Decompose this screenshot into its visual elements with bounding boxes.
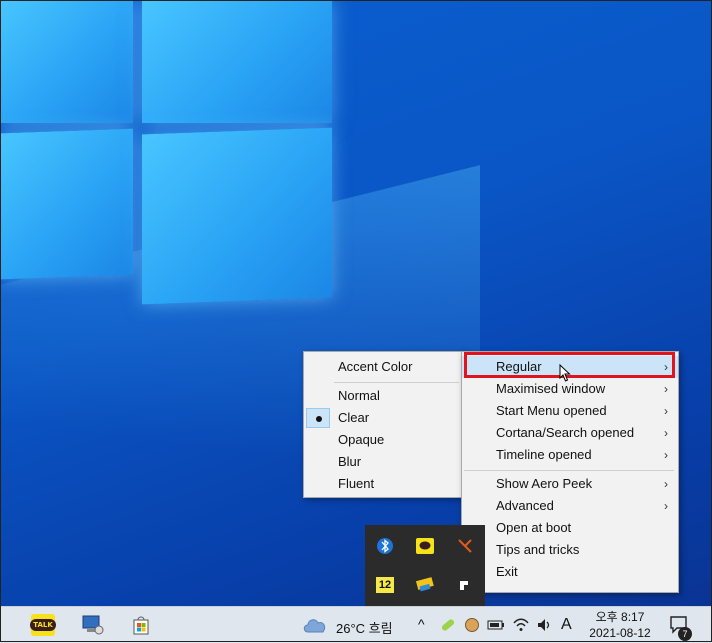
kakaotalk-tray-icon[interactable] bbox=[414, 535, 436, 557]
app-tray-icon[interactable] bbox=[454, 535, 476, 557]
bluetooth-icon[interactable] bbox=[374, 535, 396, 557]
menu-item-open-at-boot[interactable]: Open at boot bbox=[462, 517, 678, 539]
chevron-up-icon[interactable]: ^ bbox=[418, 616, 425, 632]
chevron-right-icon: › bbox=[664, 477, 668, 491]
chevron-right-icon: › bbox=[664, 404, 668, 418]
input-method-indicator[interactable]: A bbox=[561, 616, 572, 634]
kakao-label: TALK bbox=[30, 619, 56, 631]
selected-indicator bbox=[306, 408, 330, 428]
monitor-tray-icon[interactable] bbox=[414, 574, 436, 596]
menu-item-label: Show Aero Peek bbox=[496, 476, 593, 491]
windows-logo-wallpaper bbox=[0, 0, 340, 305]
menu-item-tips-and-tricks[interactable]: Tips and tricks bbox=[462, 539, 678, 561]
color-app-tray-icon[interactable] bbox=[462, 613, 482, 637]
wifi-icon[interactable] bbox=[510, 613, 532, 637]
menu-item-exit[interactable]: Exit bbox=[462, 561, 678, 583]
chevron-right-icon: › bbox=[664, 499, 668, 513]
tray-overflow-panel: 12 bbox=[365, 525, 485, 606]
clock-date: 2021-08-12 bbox=[589, 626, 651, 640]
battery-icon[interactable] bbox=[485, 613, 507, 637]
menu-item-label: Cortana/Search opened bbox=[496, 425, 635, 440]
volume-icon[interactable] bbox=[534, 613, 556, 637]
calendar-tray-icon[interactable]: 12 bbox=[376, 577, 394, 593]
pill-tray-icon[interactable] bbox=[438, 613, 458, 637]
menu-item-cortana-search-opened[interactable]: Cortana/Search opened › bbox=[462, 422, 678, 444]
menu-item-normal[interactable]: Normal bbox=[304, 385, 463, 407]
menu-item-label: Start Menu opened bbox=[496, 403, 607, 418]
store-taskbar-icon[interactable] bbox=[128, 613, 154, 637]
notification-badge: 7 bbox=[678, 627, 692, 641]
chevron-right-icon: › bbox=[664, 426, 668, 440]
accent-color-header: Accent Color bbox=[338, 359, 413, 374]
translucenttb-context-menu: Regular › Maximised window › Start Menu … bbox=[461, 351, 679, 593]
menu-item-label: Timeline opened bbox=[496, 447, 592, 462]
menu-item-label: Maximised window bbox=[496, 381, 606, 396]
chevron-right-icon: › bbox=[664, 448, 668, 462]
kakaotalk-taskbar-icon[interactable]: TALK bbox=[30, 613, 56, 637]
weather-text[interactable]: 26°C 흐림 bbox=[336, 618, 393, 637]
menu-item-advanced[interactable]: Advanced › bbox=[462, 495, 678, 517]
taskbar: TALK 26°C 흐림 ^ A 오후 8:17 2021-08-12 7 bbox=[0, 606, 712, 643]
menu-item-show-aero-peek[interactable]: Show Aero Peek › bbox=[462, 473, 678, 495]
menu-item-blur[interactable]: Blur bbox=[304, 451, 463, 473]
network-computer-taskbar-icon[interactable] bbox=[80, 613, 106, 637]
menu-item-label: Advanced bbox=[496, 498, 554, 513]
notification-center-icon[interactable]: 7 bbox=[666, 613, 692, 641]
menu-item-fluent[interactable]: Fluent bbox=[304, 473, 463, 495]
bullet-icon bbox=[316, 416, 322, 422]
clock[interactable]: 오후 8:17 2021-08-12 bbox=[585, 609, 655, 641]
cloud-weather-icon[interactable] bbox=[302, 613, 328, 637]
translucenttb-tray-icon[interactable] bbox=[454, 574, 476, 596]
mouse-cursor-icon bbox=[559, 364, 571, 382]
accent-color-submenu: Accent Color Normal Clear Opaque Blur Fl… bbox=[303, 351, 464, 498]
clock-time: 오후 8:17 bbox=[595, 610, 645, 624]
menu-item-start-menu-opened[interactable]: Start Menu opened › bbox=[462, 400, 678, 422]
menu-item-timeline-opened[interactable]: Timeline opened › bbox=[462, 444, 678, 466]
menu-item-clear[interactable]: Clear bbox=[304, 407, 463, 429]
chevron-right-icon: › bbox=[664, 382, 668, 396]
menu-item-opaque[interactable]: Opaque bbox=[304, 429, 463, 451]
menu-item-clear-label: Clear bbox=[338, 410, 370, 425]
